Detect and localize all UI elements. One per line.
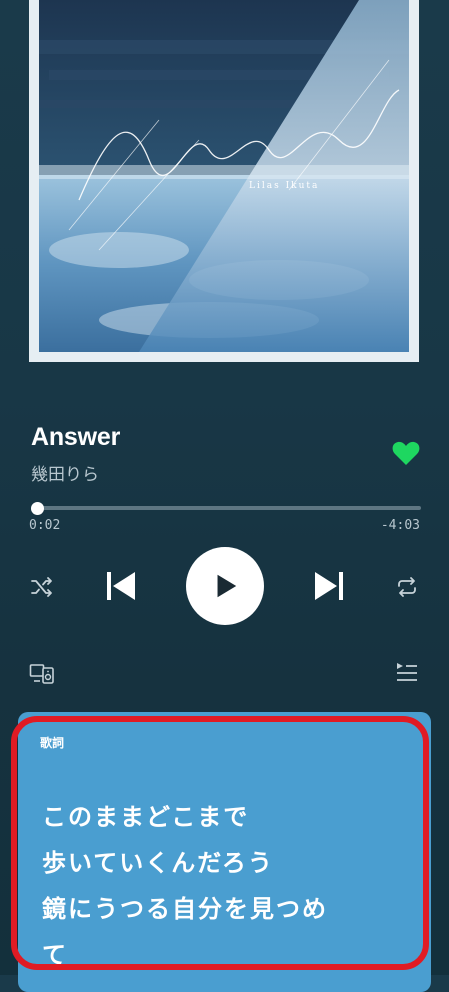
lyrics-lines: このままどこまで 歩いていくんだろう 鏡にうつる自分を見つめ て (42, 794, 414, 978)
next-button[interactable] (312, 568, 346, 604)
queue-icon (397, 663, 417, 681)
play-button[interactable] (186, 547, 264, 625)
heart-icon (392, 441, 420, 465)
album-art-artist-text: Lilas Ikuta (249, 181, 319, 191)
previous-button[interactable] (104, 568, 138, 604)
devices-icon (29, 664, 54, 684)
lyric-line: このままどこまで (42, 803, 250, 831)
album-art: Lilas Ikuta (29, 0, 419, 362)
progress-bar[interactable] (31, 506, 421, 510)
album-art-image: Lilas Ikuta (39, 0, 409, 352)
progress-knob[interactable] (31, 502, 44, 515)
lyrics-label: 歌詞 (40, 736, 65, 750)
shuffle-button[interactable] (28, 573, 56, 601)
shuffle-icon (31, 577, 52, 597)
play-icon (217, 574, 237, 598)
time-elapsed: 0:02 (29, 518, 61, 533)
lyric-line: て (42, 941, 68, 969)
lyric-line: 歩いていくんだろう (42, 849, 274, 877)
previous-icon (107, 572, 135, 600)
track-title[interactable]: Answer (31, 423, 120, 452)
next-icon (315, 572, 343, 600)
repeat-icon (398, 577, 416, 597)
track-artist[interactable]: 幾田りら (31, 460, 99, 485)
time-remaining: -4:03 (380, 518, 420, 533)
lyric-line: 鏡にうつる自分を見つめ (42, 895, 328, 923)
queue-button[interactable] (395, 662, 419, 684)
repeat-button[interactable] (393, 573, 421, 601)
like-button[interactable] (392, 440, 420, 466)
devices-button[interactable] (29, 662, 55, 686)
lyrics-card[interactable]: 歌詞 このままどこまで 歩いていくんだろう 鏡にうつる自分を見つめ て (18, 712, 431, 992)
